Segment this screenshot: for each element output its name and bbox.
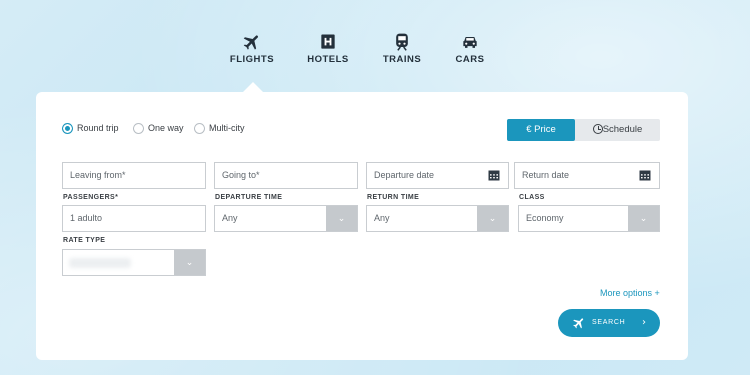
departure-date-input[interactable]: Departure date [366,162,509,189]
search-button[interactable]: SEARCH › [558,309,660,337]
tab-label: FLIGHTS [229,54,275,65]
search-label: SEARCH [592,319,626,326]
chevron-down-icon: ⌄ [477,206,508,231]
radio-round-trip[interactable]: Round trip [62,122,128,136]
return-date-placeholder: Return date [522,170,570,180]
tab-label: CARS [455,54,485,65]
departure-date-placeholder: Departure date [374,170,435,180]
tab-flights[interactable]: FLIGHTS [222,32,282,65]
leaving-from-placeholder: Leaving from* [70,170,126,180]
calendar-icon[interactable] [488,169,500,181]
more-options-link[interactable]: More options + [600,288,660,298]
plane-icon [573,318,584,329]
toggle-price-label: € Price [526,124,556,135]
return-date-input[interactable]: Return date [514,162,660,189]
category-tabs: FLIGHTS HOTELS TRAINS CARS [0,32,750,72]
passengers-label: PASSENGERS* [63,194,119,201]
passengers-input[interactable]: 1 adulto [62,205,206,232]
tab-label: HOTELS [307,54,349,65]
tab-trains[interactable]: TRAINS [372,32,432,65]
radio-dot [62,123,73,134]
class-label: CLASS [519,194,545,201]
return-time-value: Any [374,213,390,223]
return-time-select[interactable]: Any ⌄ [366,205,509,232]
rate-type-label: RATE TYPE [63,237,106,244]
calendar-icon[interactable] [639,169,651,181]
chevron-down-icon: ⌄ [628,206,659,231]
train-icon [372,32,432,52]
class-select[interactable]: Economy ⌄ [518,205,660,232]
passengers-value: 1 adulto [70,213,103,223]
blurred-value [69,258,131,268]
hotel-icon [298,32,358,52]
radio-label: Round trip [77,123,119,133]
going-to-placeholder: Going to* [222,170,260,180]
tab-cars[interactable]: CARS [440,32,500,65]
radio-multi-city[interactable]: Multi-city [194,122,258,136]
going-to-input[interactable]: Going to* [214,162,358,189]
toggle-schedule[interactable]: Schedule [575,119,660,141]
radio-label: Multi-city [209,123,245,133]
class-value: Economy [526,213,564,223]
clock-icon [592,124,603,134]
toggle-price[interactable]: € Price [507,119,575,141]
chevron-right-icon: › [642,317,646,328]
rate-type-select[interactable]: ⌄ [62,249,206,276]
radio-dot [194,123,205,134]
departure-time-value: Any [222,213,238,223]
departure-time-select[interactable]: Any ⌄ [214,205,358,232]
radio-one-way[interactable]: One way [133,122,189,136]
leaving-from-input[interactable]: Leaving from* [62,162,206,189]
chevron-down-icon: ⌄ [326,206,357,231]
return-time-label: RETURN TIME [367,194,420,201]
plane-icon [222,32,282,52]
active-tab-pointer [243,82,263,92]
departure-time-label: DEPARTURE TIME [215,194,283,201]
radio-label: One way [148,123,184,133]
radio-dot [133,123,144,134]
car-icon [440,32,500,52]
sort-toggle: € Price Schedule [507,119,660,141]
tab-hotels[interactable]: HOTELS [298,32,358,65]
chevron-down-icon: ⌄ [174,250,205,275]
tab-label: TRAINS [382,54,422,65]
toggle-schedule-label: Schedule [602,124,643,135]
